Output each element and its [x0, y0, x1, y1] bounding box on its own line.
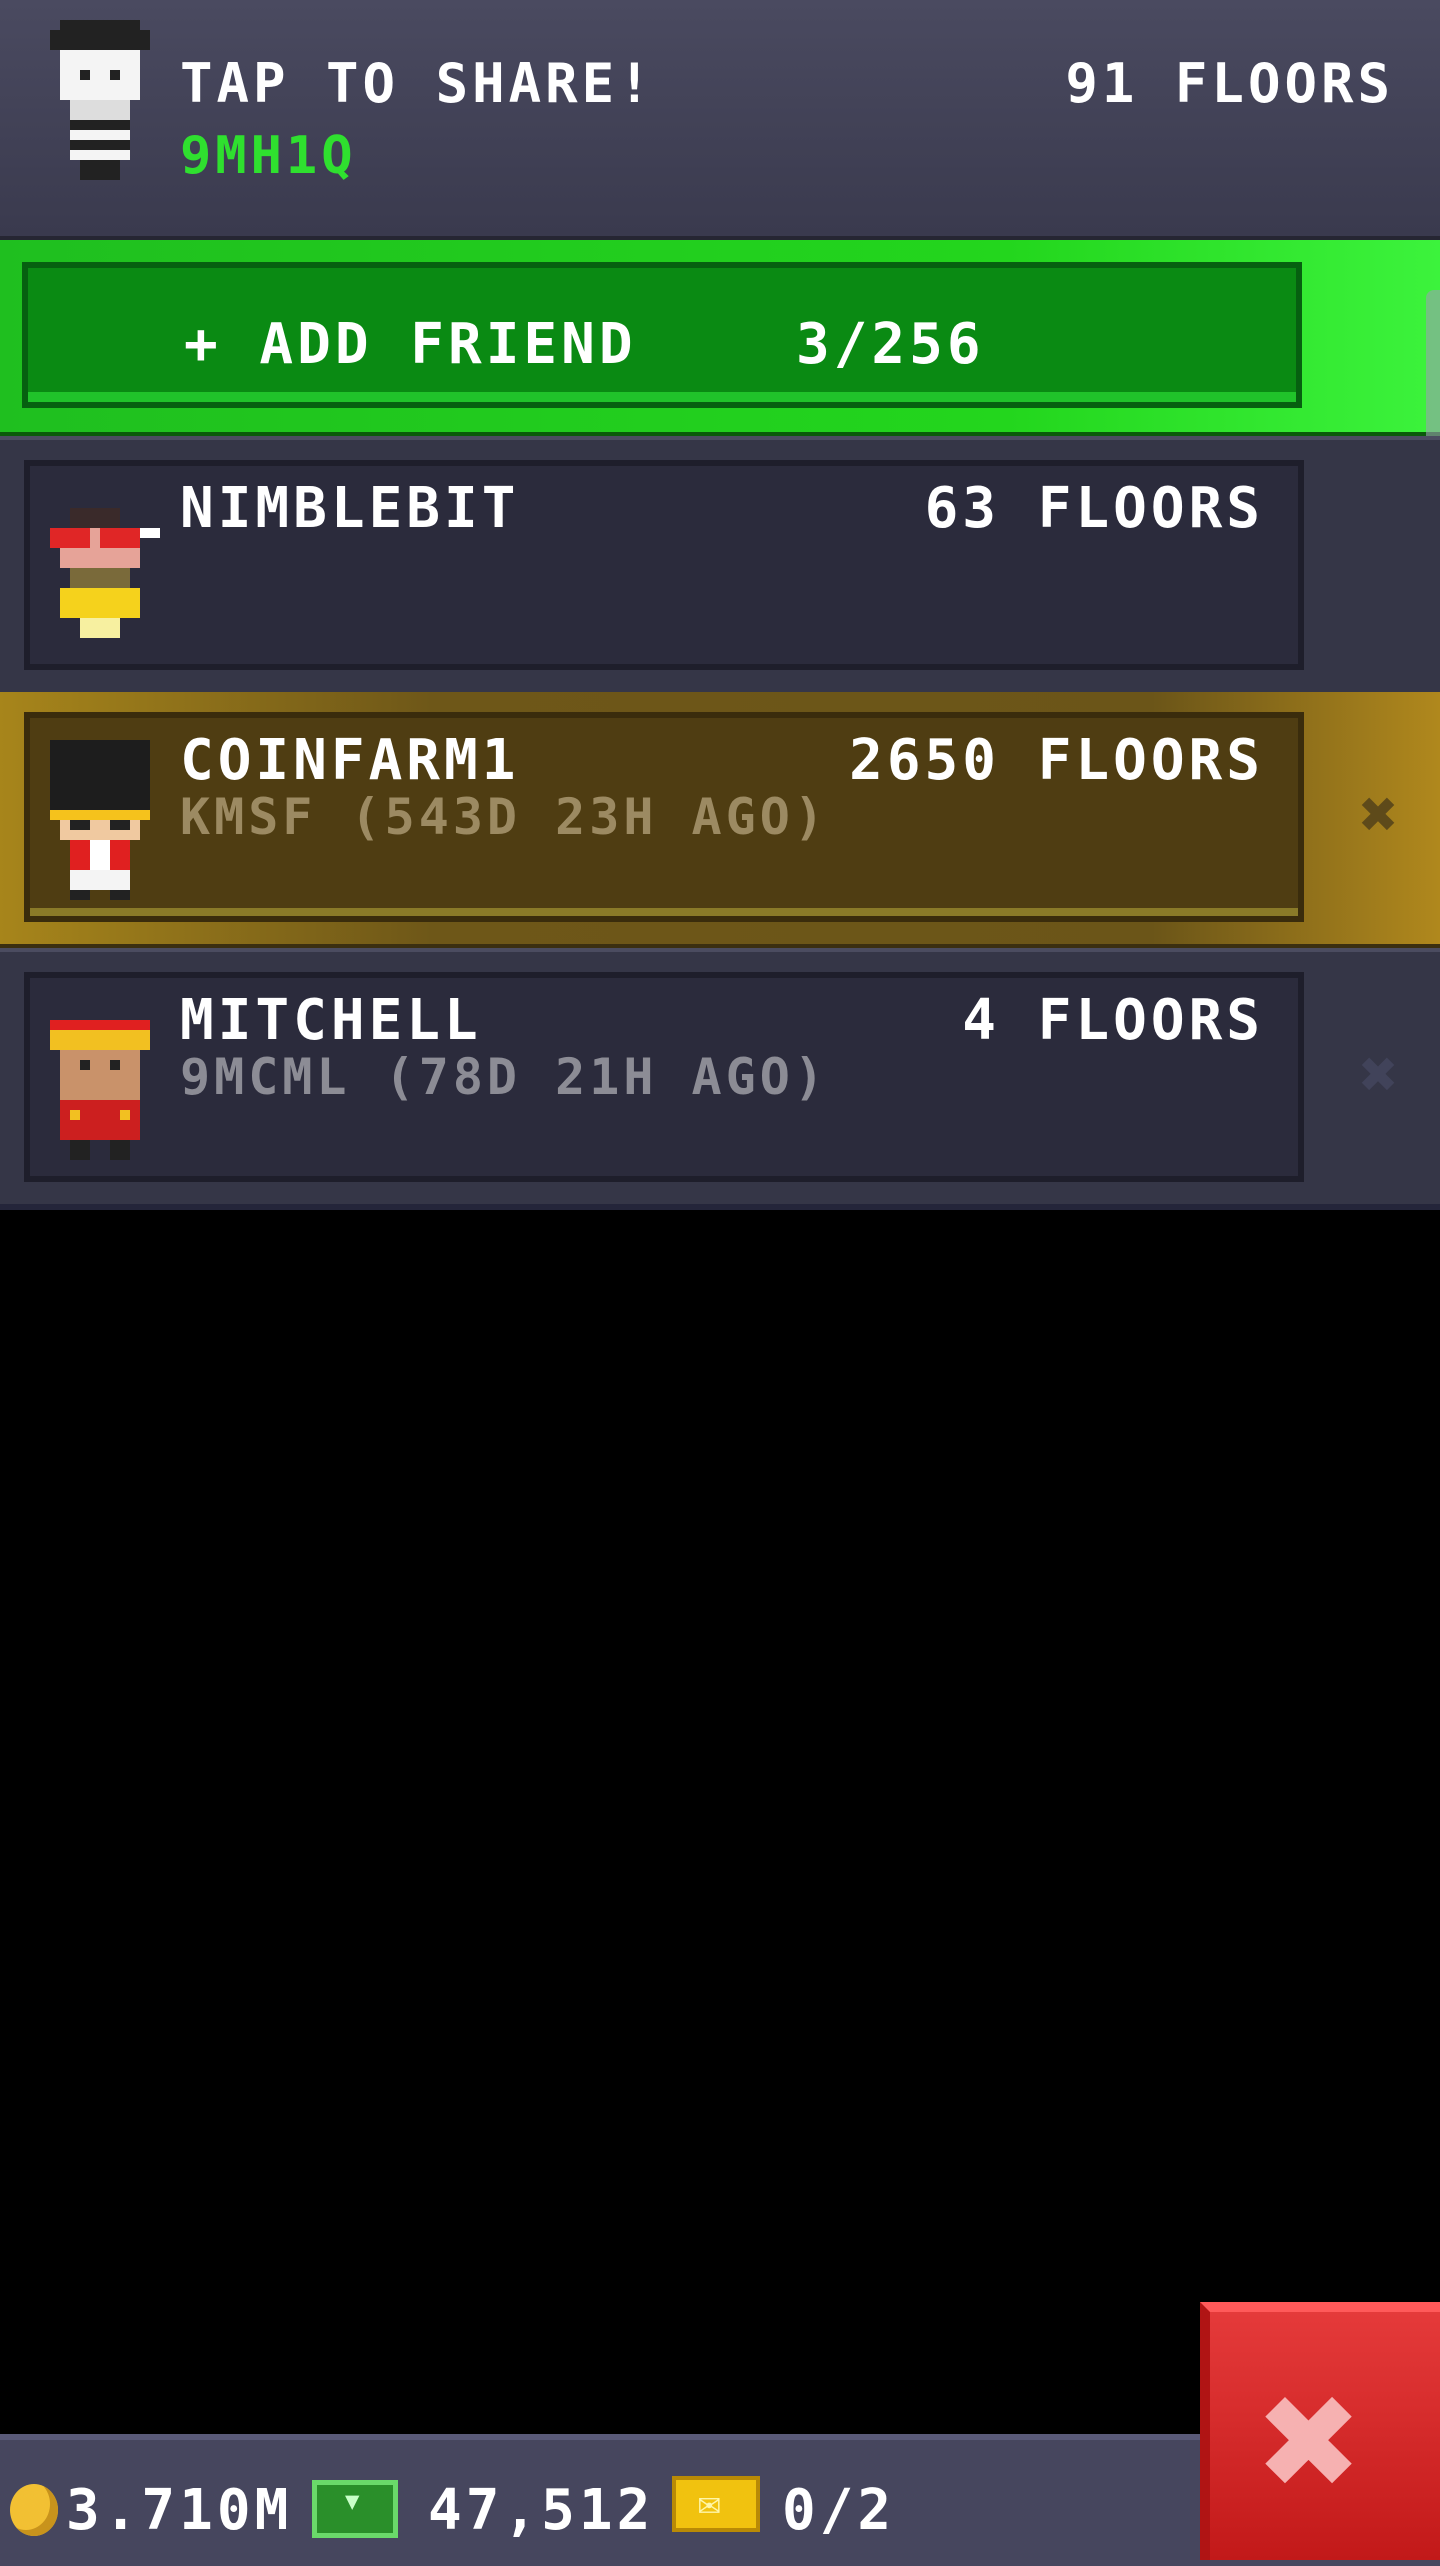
friend-avatar [50, 740, 150, 900]
player-avatar [50, 20, 150, 180]
friend-row-highlighted[interactable]: COINFARM1 2650 FLOORS KMSF (543D 23H AGO… [0, 692, 1440, 950]
player-code: 9MH1Q [180, 126, 357, 186]
friend-name: NIMBLEBIT [180, 476, 520, 541]
add-friend-button[interactable]: + ADD FRIEND 3/256 [22, 262, 1302, 408]
friend-avatar [50, 508, 160, 638]
bux-value: 47,512 [428, 2478, 655, 2543]
friend-row[interactable]: MITCHELL 4 FLOORS 9MCML (78D 21H AGO) ✖ [0, 948, 1440, 1210]
coins-value: 3.710M [66, 2478, 293, 2543]
tickets-value: 0/2 [782, 2478, 896, 2543]
remove-friend-icon[interactable]: ✖ [1344, 780, 1414, 850]
ticket-icon [672, 2476, 760, 2532]
close-icon: ✖ [1260, 2342, 1363, 2540]
friend-subtitle: KMSF (543D 23H AGO) [180, 788, 828, 846]
friend-name: MITCHELL [180, 988, 482, 1053]
friend-name: COINFARM1 [180, 728, 520, 793]
friend-subtitle: 9MCML (78D 21H AGO) [180, 1048, 828, 1106]
share-label: TAP TO SHARE! [180, 52, 655, 115]
add-friend-label: + ADD FRIEND [184, 312, 637, 377]
bux-icon [312, 2480, 398, 2538]
player-floors: 91 FLOORS [1065, 52, 1394, 115]
friend-floors: 4 FLOORS [962, 988, 1264, 1053]
add-friend-bar: + ADD FRIEND 3/256 [0, 240, 1440, 438]
friend-count: 3/256 [796, 312, 985, 377]
coin-icon [10, 2484, 58, 2536]
friend-avatar [50, 1020, 150, 1160]
close-button[interactable]: ✖ [1200, 2302, 1440, 2560]
share-header[interactable]: TAP TO SHARE! 9MH1Q 91 FLOORS [0, 0, 1440, 242]
friend-floors: 2650 FLOORS [849, 728, 1264, 793]
friend-floors: 63 FLOORS [924, 476, 1264, 541]
friend-row[interactable]: NIMBLEBIT 63 FLOORS [0, 436, 1440, 698]
remove-friend-icon[interactable]: ✖ [1344, 1040, 1414, 1110]
